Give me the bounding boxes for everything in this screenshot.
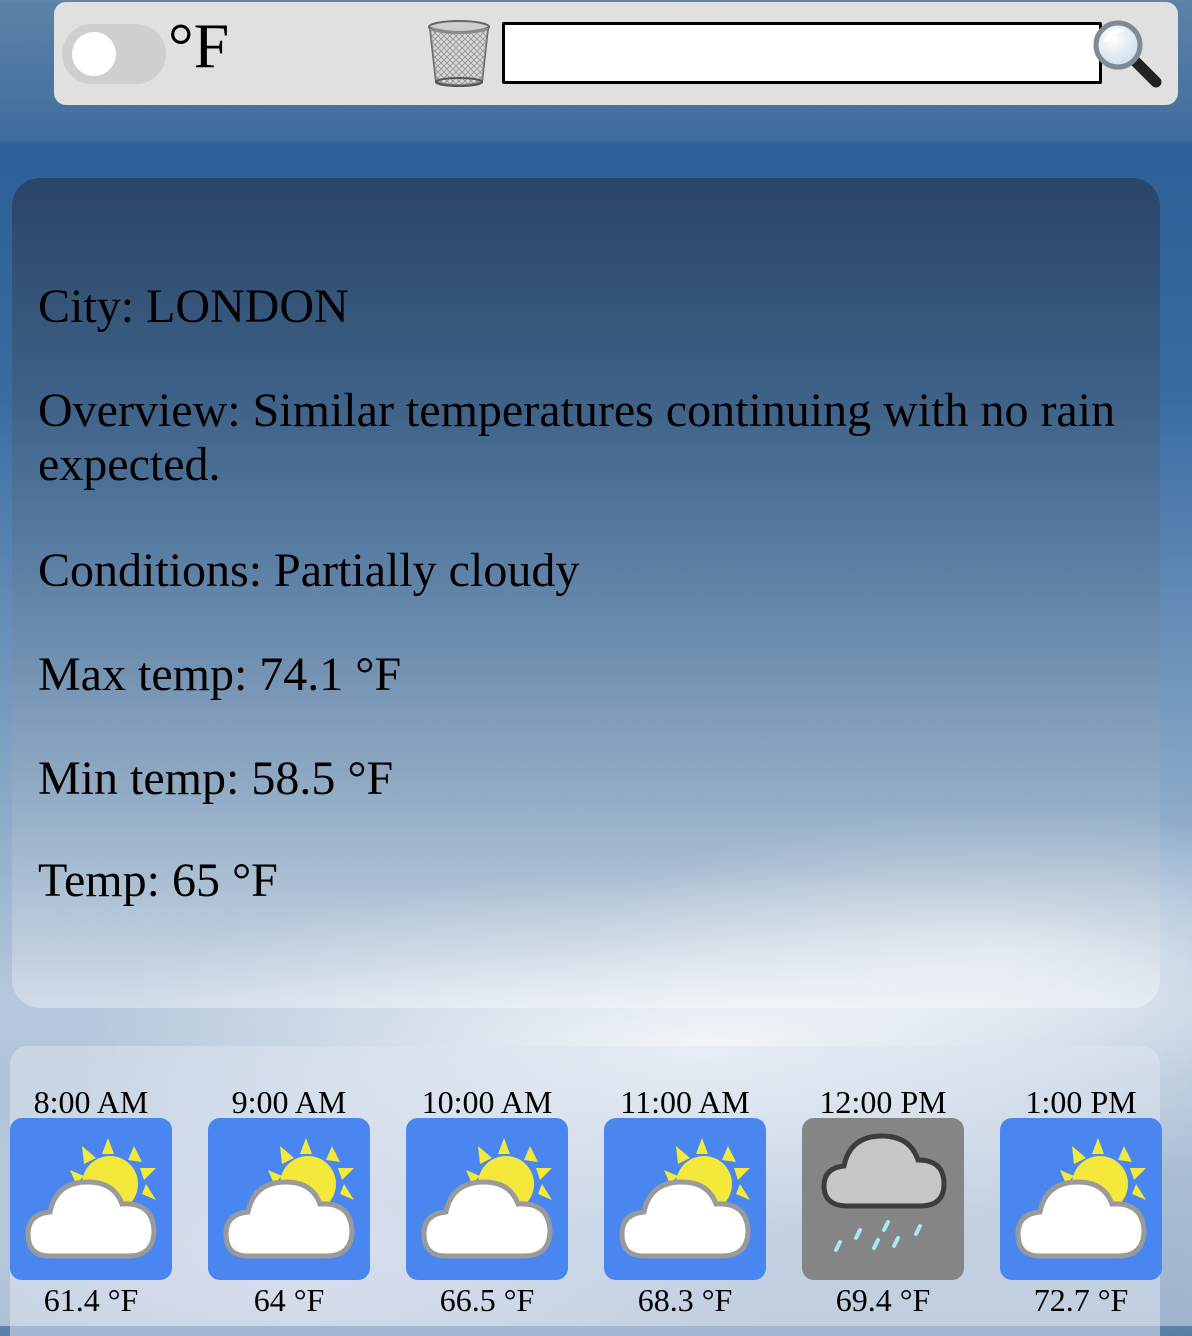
toggle-knob[interactable]	[72, 32, 116, 76]
trash-icon[interactable]	[426, 18, 492, 88]
hour-time: 12:00 PM	[819, 1084, 947, 1120]
hour-temp: 61.4 °F	[43, 1282, 139, 1318]
current-temp: Temp: 65 °F	[38, 854, 278, 907]
hourly-forecast: 8:00 AM 61.4 °F 9:00 AM 64 °F 10:00 AM 6…	[10, 1046, 1162, 1336]
search-icon[interactable]	[1090, 18, 1166, 90]
partly-cloudy-icon	[604, 1118, 766, 1280]
weather-summary-card: City: LONDON Overview: Similar temperatu…	[12, 178, 1160, 1008]
top-toolbar: °F	[54, 2, 1178, 105]
hour-temp: 69.4 °F	[835, 1282, 931, 1318]
unit-label: °F	[168, 10, 230, 81]
rain-icon	[802, 1118, 964, 1280]
city-name: City: LONDON	[38, 280, 349, 333]
hour-temp: 66.5 °F	[439, 1282, 535, 1318]
partly-cloudy-icon	[10, 1118, 172, 1280]
hour-time: 1:00 PM	[1025, 1084, 1137, 1120]
partly-cloudy-icon	[1000, 1118, 1162, 1280]
conditions-text: Conditions: Partially cloudy	[38, 544, 580, 597]
hour-time: 9:00 AM	[231, 1084, 347, 1120]
hour-time: 10:00 AM	[421, 1084, 553, 1120]
unit-toggle[interactable]	[62, 24, 166, 84]
partly-cloudy-icon	[208, 1118, 370, 1280]
min-temp: Min temp: 58.5 °F	[38, 752, 394, 805]
hour-temp: 64 °F	[253, 1282, 325, 1318]
city-search-input[interactable]	[502, 22, 1102, 84]
hour-temp: 68.3 °F	[637, 1282, 733, 1318]
overview-text: Overview: Similar temperatures continuin…	[38, 384, 1116, 491]
hour-time: 11:00 AM	[620, 1084, 750, 1120]
hour-time: 8:00 AM	[33, 1084, 149, 1120]
hour-temp: 72.7 °F	[1033, 1282, 1129, 1318]
partly-cloudy-icon	[406, 1118, 568, 1280]
max-temp: Max temp: 74.1 °F	[38, 648, 402, 701]
